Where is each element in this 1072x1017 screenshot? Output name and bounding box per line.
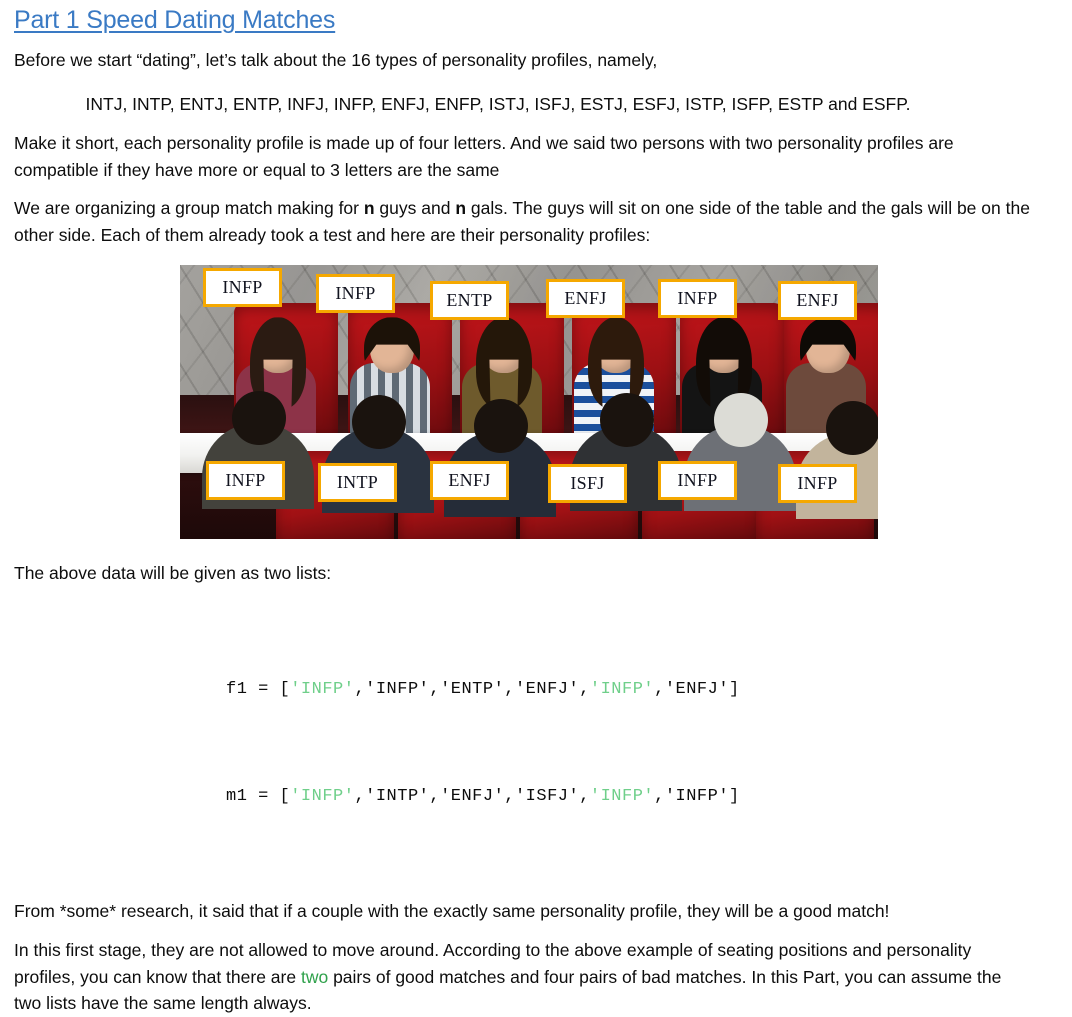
compat-line-1: Make it short, each personality profile … <box>14 132 924 153</box>
code-line-m1-comma-5: , <box>654 787 665 807</box>
personality-types-list: INTJ, INTP, ENTJ, ENTP, INFJ, INFP, ENFJ… <box>85 94 911 115</box>
good-match-count: two <box>300 966 329 987</box>
page-title: Part 1 Speed Dating Matches <box>14 6 336 34</box>
code-line-f1-comma-5: , <box>654 680 665 700</box>
code-line-m1: m1 = ['INFP','INTP','ENFJ','ISFJ','INFP'… <box>226 779 1072 815</box>
man-6-head <box>826 401 878 456</box>
code-line-m1-varname: m1 <box>226 787 248 807</box>
code-line-m1-comma-1: , <box>354 787 366 807</box>
organizing-paragraph: We are organizing a group match making f… <box>0 195 1072 248</box>
code-line-m1-comma-3: , <box>504 787 515 807</box>
compatibility-paragraph: Make it short, each personality profile … <box>0 130 1072 183</box>
code-line-f1-item-1: 'INFP' <box>290 680 355 700</box>
label-guy-6: INFP <box>778 464 857 504</box>
man-4-head <box>600 393 654 448</box>
two-lists-caption: The above data will be given as two list… <box>14 563 332 584</box>
code-line-f1-assign: = [ <box>247 680 291 700</box>
first-stage-paragraph: In this first stage, they are not allowe… <box>0 937 1072 1017</box>
code-line-f1-close: ] <box>729 680 740 700</box>
speed-dating-photo: INFP INFP ENTP ENFJ INFP ENFJ INFP INTP … <box>180 265 878 540</box>
label-gal-3: ENTP <box>430 281 509 321</box>
label-gal-2: INFP <box>316 274 395 314</box>
code-line-m1-close: ] <box>729 787 740 807</box>
intro-paragraph: Before we start “dating”, let’s talk abo… <box>14 49 658 70</box>
code-line-m1-comma-4: , <box>579 787 590 807</box>
code-line-m1-assign: = [ <box>247 787 291 807</box>
label-guy-2: INTP <box>318 463 397 503</box>
man-5-head-with-cap <box>714 393 768 448</box>
variable-n-gals: n <box>455 198 467 219</box>
code-line-m1-item-3: 'ENFJ' <box>440 787 505 807</box>
code-line-f1-comma-3: , <box>504 680 515 700</box>
code-line-f1: f1 = ['INFP','INFP','ENTP','ENFJ','INFP'… <box>226 672 1072 708</box>
organizing-pre: We are organizing a group match making f… <box>14 198 364 219</box>
code-line-m1-item-4: 'ISFJ' <box>514 787 580 807</box>
document-page: Part 1 Speed Dating Matches Before we st… <box>0 0 1072 1013</box>
code-line-m1-comma-2: , <box>429 787 441 807</box>
label-guy-1: INFP <box>206 461 285 501</box>
code-line-f1-item-6: 'ENFJ' <box>664 680 730 700</box>
code-line-m1-item-1: 'INFP' <box>290 787 355 807</box>
code-line-f1-comma-2: , <box>429 680 441 700</box>
man-3-head <box>474 399 528 454</box>
code-line-m1-item-6: 'INFP' <box>664 787 730 807</box>
code-line-m1-item-5: 'INFP' <box>589 787 655 807</box>
code-block: f1 = ['INFP','INFP','ENTP','ENFJ','INFP'… <box>0 601 1072 887</box>
code-line-f1-varname: f1 <box>226 680 248 700</box>
label-guy-5: INFP <box>658 461 737 501</box>
label-guy-3: ENFJ <box>430 461 509 501</box>
code-line-f1-comma-4: , <box>579 680 590 700</box>
man-2-head <box>352 395 406 450</box>
code-line-f1-item-2: 'INFP' <box>365 680 430 700</box>
label-gal-1: INFP <box>203 268 282 308</box>
research-paragraph: From *some* research, it said that if a … <box>14 901 890 922</box>
code-line-m1-item-2: 'INTP' <box>365 787 430 807</box>
label-gal-6: ENFJ <box>778 281 857 321</box>
variable-n-guys: n <box>363 198 375 219</box>
code-line-f1-item-5: 'INFP' <box>589 680 655 700</box>
organizing-mid: guys and <box>374 198 456 219</box>
code-line-f1-comma-1: , <box>354 680 366 700</box>
code-line-f1-item-4: 'ENFJ' <box>514 680 580 700</box>
code-line-f1-item-3: 'ENTP' <box>440 680 505 700</box>
label-gal-5: INFP <box>658 279 737 319</box>
man-1-head <box>232 391 286 446</box>
label-gal-4: ENFJ <box>546 279 625 319</box>
label-guy-4: ISFJ <box>548 464 627 504</box>
